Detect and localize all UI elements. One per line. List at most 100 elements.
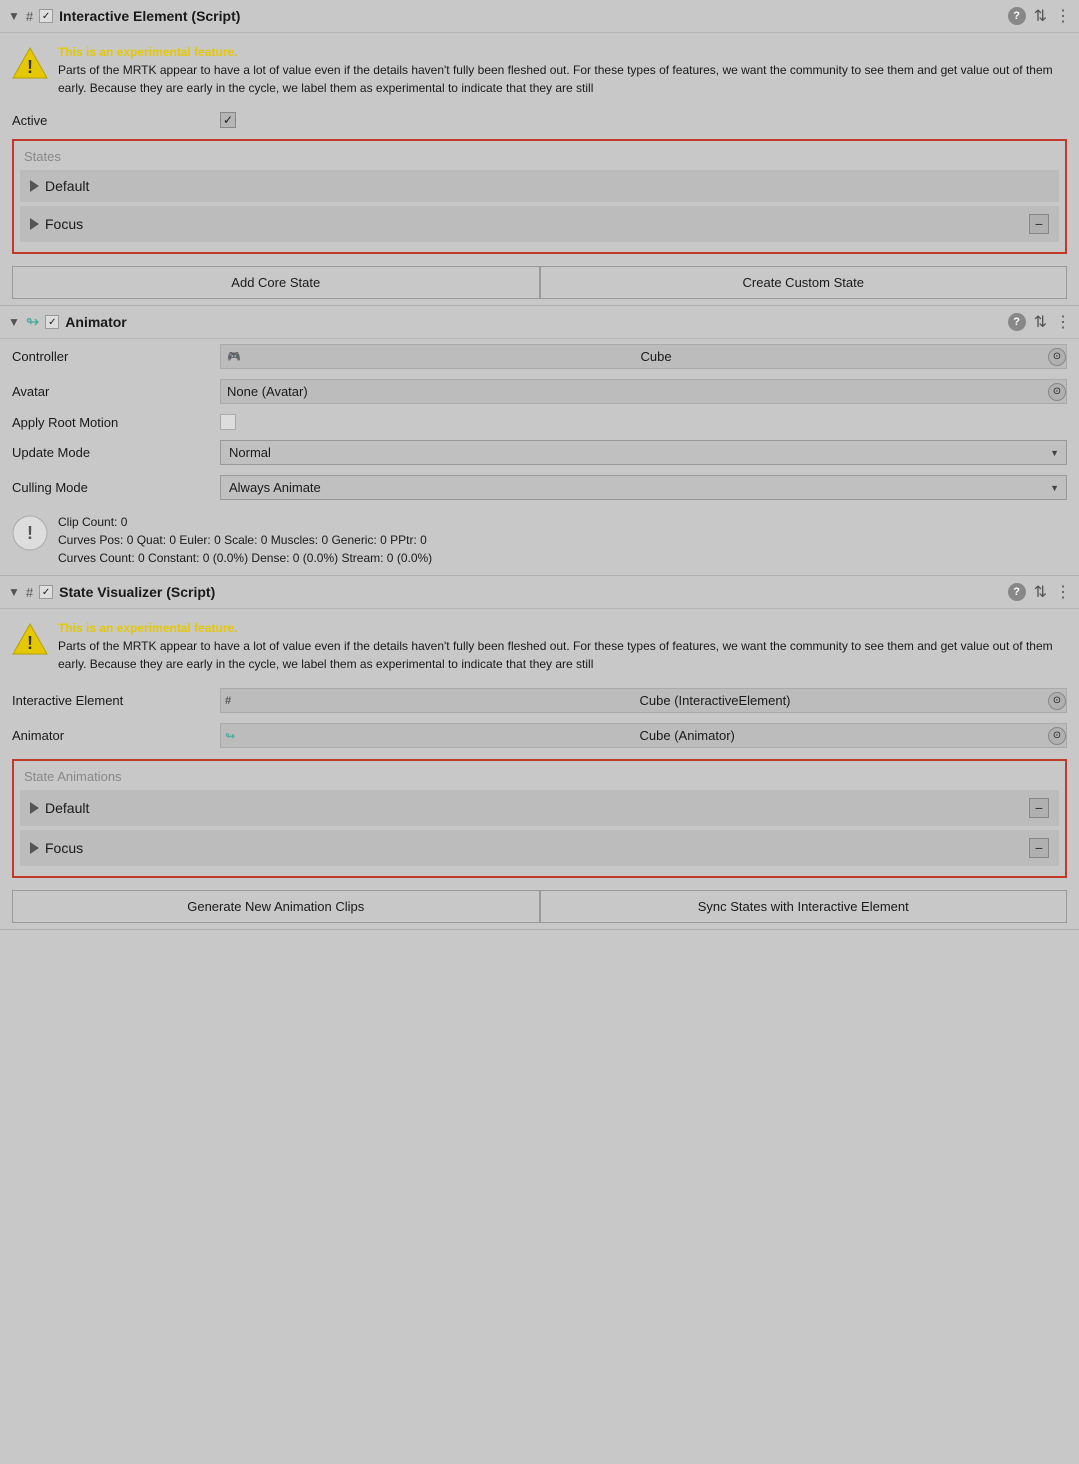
- focus-remove-button[interactable]: −: [1029, 214, 1049, 234]
- sv-animator-field-row: Animator ↬ Cube (Animator) ⊙: [0, 718, 1079, 753]
- sv-hash-icon: #: [26, 585, 33, 600]
- interactive-element-field-row: Interactive Element # Cube (InteractiveE…: [0, 683, 1079, 718]
- clip-count: Clip Count: 0: [58, 513, 432, 531]
- sv-check-icon: ✓: [42, 587, 50, 598]
- controller-label: Controller: [12, 349, 212, 364]
- sa-default-remove-button[interactable]: −: [1029, 798, 1049, 818]
- ie-hash-icon: #: [221, 691, 634, 711]
- state-animations-label: State Animations: [20, 767, 1059, 790]
- sv-warning-body: Parts of the MRTK appear to have a lot o…: [58, 637, 1067, 673]
- generate-animation-clips-button[interactable]: Generate New Animation Clips: [12, 890, 540, 923]
- ie-target-button[interactable]: ⊙: [1048, 692, 1066, 710]
- state-visualizer-panel: ▼ # ✓ State Visualizer (Script) ? ⇅ ⋮ ! …: [0, 576, 1079, 930]
- sa-default-left: Default: [30, 800, 89, 816]
- interactive-element-panel: ▼ # ✓ Interactive Element (Script) ? ⇅ ⋮…: [0, 0, 1079, 306]
- apply-root-checkbox[interactable]: [220, 414, 236, 430]
- triangle-icon-default[interactable]: [30, 180, 39, 192]
- interactive-element-value-text: Cube (InteractiveElement): [634, 689, 1049, 712]
- sv-help-icon[interactable]: ?: [1008, 583, 1026, 601]
- sliders-icon[interactable]: ⇅: [1034, 6, 1047, 26]
- sv-button-row: Generate New Animation Clips Sync States…: [0, 884, 1079, 929]
- controller-icon: 🎮: [221, 346, 635, 367]
- culling-mode-label: Culling Mode: [12, 480, 212, 495]
- culling-mode-select[interactable]: Always Animate Cull Update Transforms Cu…: [220, 475, 1067, 500]
- sa-state-name-focus: Focus: [45, 840, 83, 856]
- animator-info-text: Clip Count: 0 Curves Pos: 0 Quat: 0 Eule…: [58, 513, 432, 567]
- help-icon[interactable]: ?: [1008, 7, 1026, 25]
- animator-panel: ▼ ↬ ✓ Animator ? ⇅ ⋮ Controller 🎮 Cube ⊙…: [0, 306, 1079, 576]
- animator-sliders-icon[interactable]: ⇅: [1034, 312, 1047, 332]
- animator-header-icons: ? ⇅ ⋮: [1008, 312, 1071, 332]
- panel-enabled-checkbox[interactable]: ✓: [39, 9, 53, 23]
- sv-animator-icon: ↬: [221, 725, 634, 747]
- state-item-focus: Focus −: [20, 206, 1059, 242]
- sv-sliders-icon[interactable]: ⇅: [1034, 582, 1047, 602]
- culling-mode-field-row: Culling Mode Always Animate Cull Update …: [0, 470, 1079, 505]
- state-visualizer-title: State Visualizer (Script): [59, 584, 1001, 600]
- add-core-state-button[interactable]: Add Core State: [12, 266, 540, 299]
- svg-text:!: !: [27, 523, 33, 543]
- more-icon[interactable]: ⋮: [1055, 6, 1071, 26]
- sa-state-item-default: Default −: [20, 790, 1059, 826]
- update-mode-label: Update Mode: [12, 445, 212, 460]
- state-name-default: Default: [45, 178, 89, 194]
- update-mode-field-row: Update Mode Normal Animate Physics Unsca…: [0, 435, 1079, 470]
- sa-focus-left: Focus: [30, 840, 83, 856]
- avatar-input: None (Avatar) ⊙: [220, 379, 1067, 404]
- states-label: States: [20, 147, 1059, 170]
- apply-root-field-row: Apply Root Motion: [0, 409, 1079, 435]
- sa-triangle-icon-default[interactable]: [30, 802, 39, 814]
- sa-focus-remove-button[interactable]: −: [1029, 838, 1049, 858]
- sv-header-icons: ? ⇅ ⋮: [1008, 582, 1071, 602]
- sa-state-name-default: Default: [45, 800, 89, 816]
- animator-header: ▼ ↬ ✓ Animator ? ⇅ ⋮: [0, 306, 1079, 339]
- animator-symbol-icon: ↬: [26, 312, 39, 332]
- avatar-label: Avatar: [12, 384, 212, 399]
- svg-text:!: !: [27, 633, 33, 653]
- controller-field-row: Controller 🎮 Cube ⊙: [0, 339, 1079, 374]
- state-item-focus-left: Focus: [30, 216, 83, 232]
- sv-animator-target-button[interactable]: ⊙: [1048, 727, 1066, 745]
- create-custom-state-button[interactable]: Create Custom State: [540, 266, 1068, 299]
- sv-enabled-checkbox[interactable]: ✓: [39, 585, 53, 599]
- animator-more-icon[interactable]: ⋮: [1055, 312, 1071, 332]
- update-mode-select[interactable]: Normal Animate Physics Unscaled Time: [220, 440, 1067, 465]
- experimental-warning-text: This is an experimental feature. Parts o…: [58, 43, 1067, 97]
- collapse-arrow-icon[interactable]: ▼: [8, 9, 20, 23]
- update-mode-select-wrapper: Normal Animate Physics Unscaled Time: [220, 440, 1067, 465]
- sv-more-icon[interactable]: ⋮: [1055, 582, 1071, 602]
- controller-value-text: Cube: [635, 345, 1049, 368]
- sv-collapse-icon[interactable]: ▼: [8, 585, 20, 599]
- curves-pos: Curves Pos: 0 Quat: 0 Euler: 0 Scale: 0 …: [58, 531, 432, 549]
- controller-target-button[interactable]: ⊙: [1048, 348, 1066, 366]
- warning-triangle-icon: !: [12, 45, 48, 81]
- interactive-element-header: ▼ # ✓ Interactive Element (Script) ? ⇅ ⋮: [0, 0, 1079, 33]
- active-checkbox[interactable]: ✓: [220, 112, 236, 128]
- sync-states-button[interactable]: Sync States with Interactive Element: [540, 890, 1068, 923]
- interactive-element-field-value: # Cube (InteractiveElement) ⊙: [220, 688, 1067, 713]
- avatar-target-button[interactable]: ⊙: [1048, 383, 1066, 401]
- sv-experimental-warning-box: ! This is an experimental feature. Parts…: [0, 609, 1079, 683]
- warning-body: Parts of the MRTK appear to have a lot o…: [58, 61, 1067, 97]
- sa-focus-minus-icon: −: [1035, 841, 1043, 855]
- controller-value-wrapper: 🎮 Cube ⊙: [220, 344, 1067, 369]
- culling-mode-select-wrapper: Always Animate Cull Update Transforms Cu…: [220, 475, 1067, 500]
- experimental-warning-box: ! This is an experimental feature. Parts…: [0, 33, 1079, 107]
- sa-triangle-icon-focus[interactable]: [30, 842, 39, 854]
- animator-help-icon[interactable]: ?: [1008, 313, 1026, 331]
- apply-root-label: Apply Root Motion: [12, 415, 212, 430]
- interactive-element-input: # Cube (InteractiveElement) ⊙: [220, 688, 1067, 713]
- sa-state-item-focus: Focus −: [20, 830, 1059, 866]
- info-icon: !: [12, 515, 48, 551]
- animator-collapse-icon[interactable]: ▼: [8, 315, 20, 329]
- animator-enabled-checkbox[interactable]: ✓: [45, 315, 59, 329]
- sv-animator-input: ↬ Cube (Animator) ⊙: [220, 723, 1067, 748]
- state-name-focus: Focus: [45, 216, 83, 232]
- svg-text:!: !: [27, 57, 33, 77]
- triangle-icon-focus[interactable]: [30, 218, 39, 230]
- avatar-value-text: None (Avatar): [221, 380, 1048, 403]
- sv-animator-label: Animator: [12, 728, 212, 743]
- state-item-default: Default: [20, 170, 1059, 202]
- panel-header-icons: ? ⇅ ⋮: [1008, 6, 1071, 26]
- sv-warning-triangle-icon: !: [12, 621, 48, 657]
